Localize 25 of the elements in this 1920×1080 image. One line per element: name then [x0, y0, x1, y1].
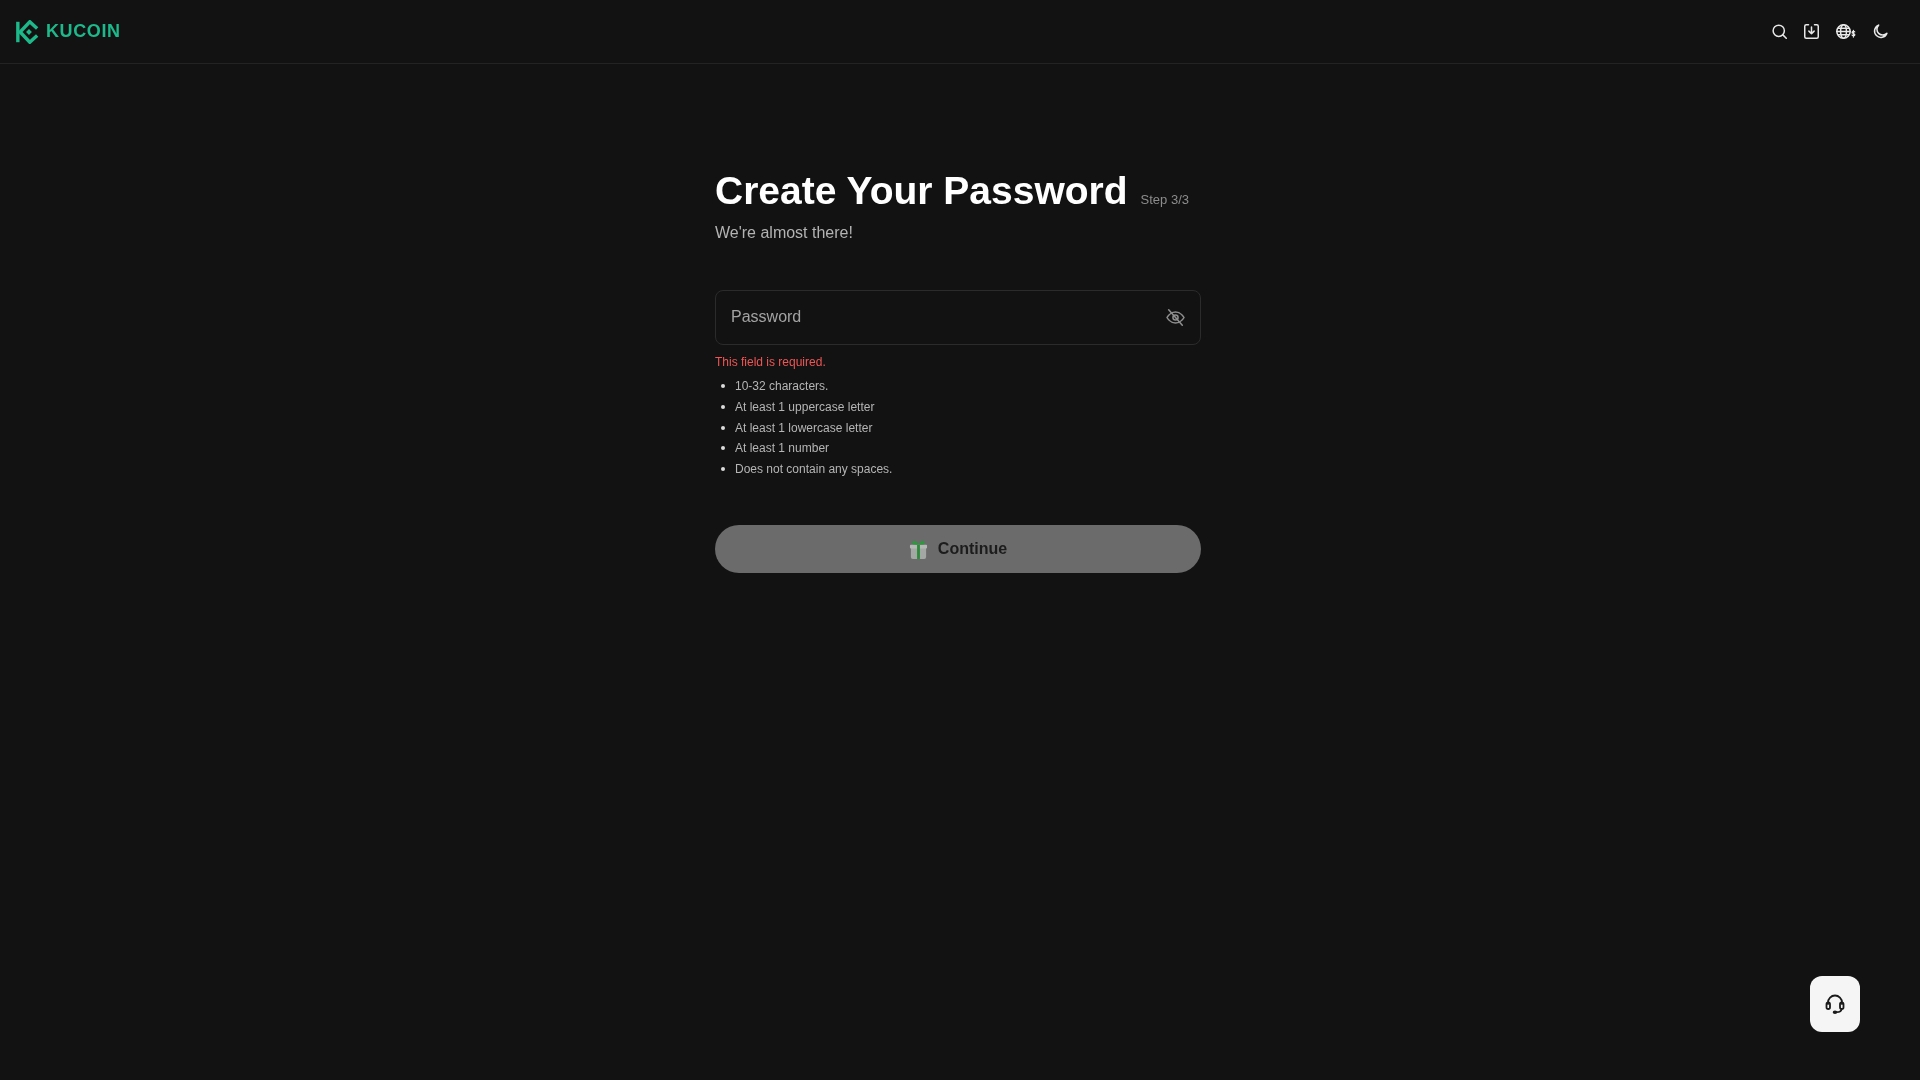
- gift-icon: [908, 538, 928, 560]
- password-field[interactable]: Password: [715, 289, 1201, 345]
- bullet-icon: [721, 384, 725, 389]
- moon-icon[interactable]: [1873, 24, 1888, 39]
- logo-text: KUCOIN: [46, 21, 121, 42]
- bullet-icon: [721, 404, 725, 409]
- support-button[interactable]: [1810, 976, 1860, 1032]
- bullet-icon: [721, 446, 725, 451]
- requirement-text: At least 1 number: [735, 441, 830, 456]
- step-indicator: Step 3/3: [1140, 192, 1189, 207]
- page-title: Create Your Password: [715, 168, 1128, 214]
- search-icon[interactable]: [1772, 24, 1787, 39]
- requirement-text: 10-32 characters.: [735, 379, 829, 394]
- globe-currency-icon[interactable]: [1836, 24, 1856, 39]
- error-message: This field is required.: [715, 353, 827, 371]
- requirement-text: Does not contain any spaces.: [735, 461, 893, 476]
- requirement-text: At least 1 lowercase letter: [735, 420, 873, 435]
- requirement-text: At least 1 uppercase letter: [735, 399, 875, 414]
- subtitle: We're almost there!: [715, 222, 854, 243]
- logo-icon[interactable]: [15, 19, 40, 44]
- eye-slash-icon[interactable]: [1166, 308, 1185, 326]
- bullet-icon: [721, 425, 725, 430]
- headset-icon: [1825, 994, 1845, 1014]
- download-icon[interactable]: [1804, 24, 1819, 39]
- bullet-icon: [721, 466, 725, 471]
